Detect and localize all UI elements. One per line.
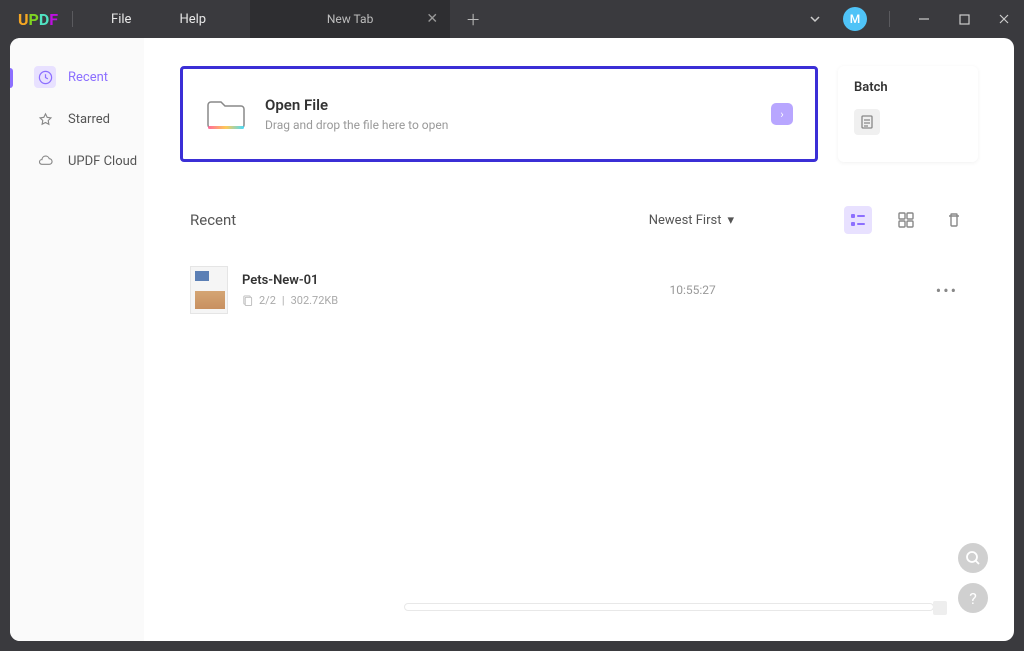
menu-file[interactable]: File <box>87 12 155 27</box>
pages-icon <box>242 295 253 306</box>
file-thumbnail <box>190 266 228 314</box>
sidebar-label: Starred <box>68 112 110 127</box>
separator <box>72 11 73 27</box>
list-view-button[interactable] <box>844 206 872 234</box>
more-icon[interactable]: ••• <box>926 281 968 300</box>
horizontal-scrollbar[interactable] <box>404 603 934 611</box>
open-file-card[interactable]: Open File Drag and drop the file here to… <box>180 66 818 162</box>
file-row[interactable]: Pets-New-01 2/2 | 302.72KB 10:55:27 ••• <box>180 256 978 324</box>
chevron-down-icon: ▾ <box>727 213 734 228</box>
sidebar-label: UPDF Cloud <box>68 154 137 169</box>
minimize-button[interactable] <box>904 0 944 38</box>
maximize-button[interactable] <box>944 0 984 38</box>
star-icon <box>34 108 56 130</box>
grid-view-button[interactable] <box>892 206 920 234</box>
close-icon[interactable]: ✕ <box>426 11 438 27</box>
chevron-down-icon[interactable] <box>795 0 835 38</box>
open-file-title: Open File <box>265 96 448 114</box>
trash-button[interactable] <box>940 206 968 234</box>
separator: | <box>282 294 285 307</box>
tab-label: New Tab <box>327 12 373 26</box>
sort-dropdown[interactable]: Newest First ▾ <box>649 213 734 228</box>
tab-strip: New Tab ✕ ＋ <box>250 0 490 38</box>
close-button[interactable] <box>984 0 1024 38</box>
app-logo: UPDF <box>18 10 58 29</box>
main-area: Open File Drag and drop the file here to… <box>144 38 1014 641</box>
clock-icon <box>34 66 56 88</box>
file-size: 302.72KB <box>291 294 339 307</box>
folder-icon <box>205 95 247 133</box>
batch-icon <box>854 109 880 135</box>
new-tab-button[interactable]: ＋ <box>456 2 490 36</box>
sidebar-item-starred[interactable]: Starred <box>10 98 144 140</box>
open-file-subtitle: Drag and drop the file here to open <box>265 118 448 132</box>
batch-title: Batch <box>854 80 962 95</box>
sidebar-label: Recent <box>68 70 108 85</box>
sort-label: Newest First <box>649 213 722 228</box>
arrow-right-icon[interactable]: › <box>771 103 793 125</box>
sidebar: Recent Starred UPDF Cloud <box>10 38 144 641</box>
app-body: Recent Starred UPDF Cloud Open File Drag… <box>10 38 1014 641</box>
search-button[interactable] <box>958 543 988 573</box>
file-name: Pets-New-01 <box>242 273 670 288</box>
file-meta: 2/2 | 302.72KB <box>242 294 670 307</box>
recent-heading: Recent <box>190 211 236 229</box>
sidebar-item-cloud[interactable]: UPDF Cloud <box>10 140 144 182</box>
sidebar-item-recent[interactable]: Recent <box>10 56 144 98</box>
tab-new[interactable]: New Tab ✕ <box>250 0 450 38</box>
file-time: 10:55:27 <box>670 283 716 297</box>
separator <box>889 11 890 27</box>
titlebar: UPDF File Help New Tab ✕ ＋ M <box>0 0 1024 38</box>
file-pages: 2/2 <box>259 294 276 307</box>
cloud-icon <box>34 150 56 172</box>
batch-card[interactable]: Batch <box>838 66 978 162</box>
avatar[interactable]: M <box>843 7 867 31</box>
help-button[interactable]: ? <box>958 583 988 613</box>
menu-help[interactable]: Help <box>155 12 230 27</box>
titlebar-right: M <box>795 0 1024 38</box>
